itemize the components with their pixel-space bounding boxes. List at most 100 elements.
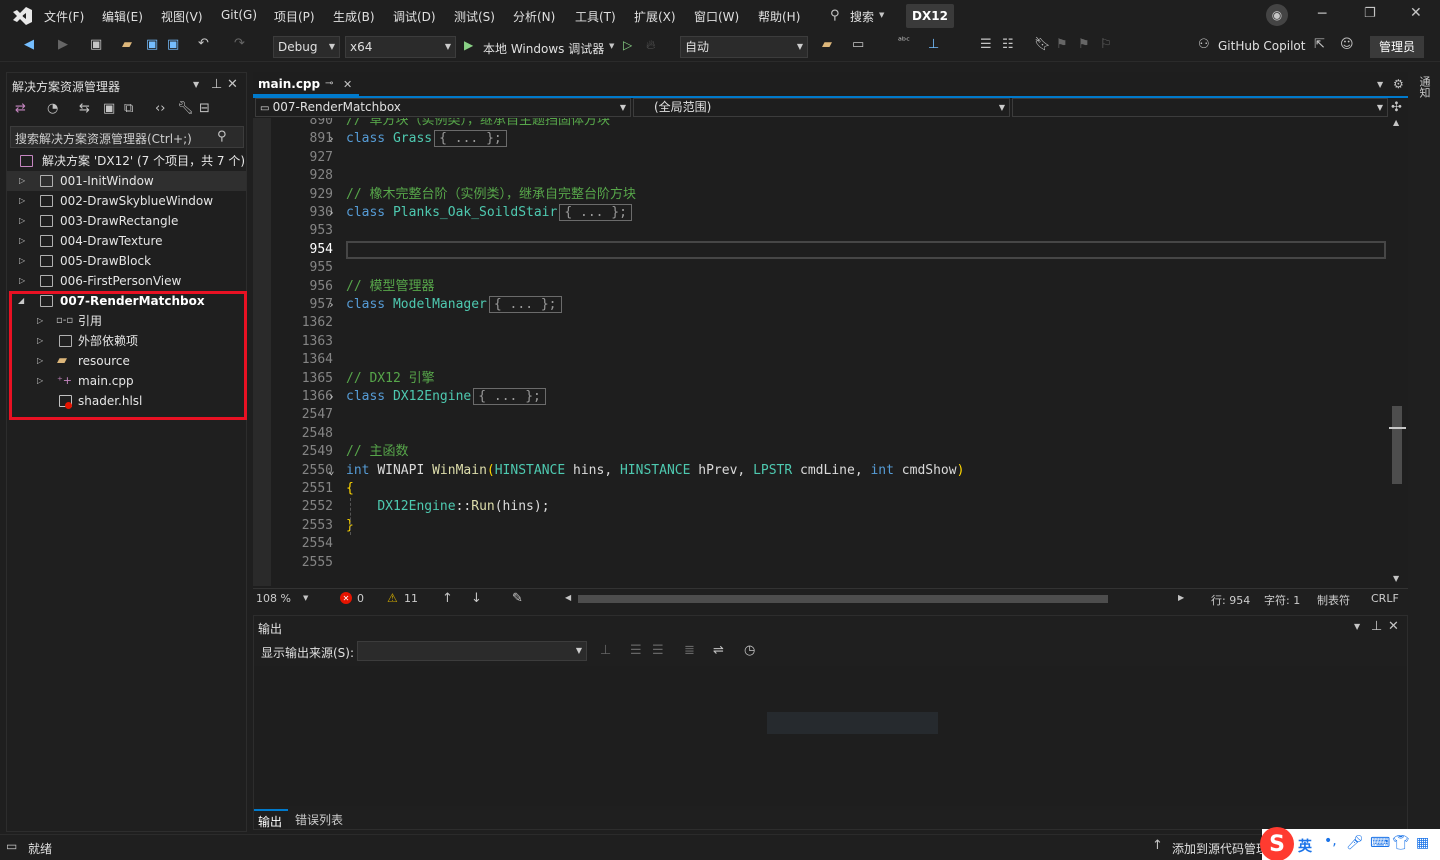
folder-icon[interactable]: ▰	[822, 37, 832, 52]
bookmark-clear-icon[interactable]: ⚐	[1100, 37, 1112, 52]
maximize-icon[interactable]: ❐	[1364, 6, 1376, 21]
cursor-row[interactable]: 行: 954	[1211, 592, 1250, 608]
chevron-right-icon[interactable]: ▶	[1178, 593, 1184, 602]
search-input[interactable]: 搜索解决方案资源管理器(Ctrl+;)	[15, 130, 192, 147]
expand-region-icon[interactable]: ›	[328, 388, 335, 406]
line-ending[interactable]: CRLF	[1371, 592, 1399, 605]
project-item[interactable]: ▷ 004-DrawTexture	[7, 231, 246, 251]
code-line[interactable]: 1366 › class DX12Engine{ ... };	[271, 388, 1389, 406]
search-button[interactable]: 搜索	[850, 8, 874, 25]
save-all-icon[interactable]: ▣	[167, 37, 179, 52]
split-icon[interactable]: ✣	[1391, 100, 1402, 115]
chevron-left-icon[interactable]: ◀	[565, 593, 571, 602]
platform-select[interactable]: x64 ▼	[345, 36, 456, 58]
auto-select[interactable]: 自动 ▼	[680, 36, 808, 58]
code-line[interactable]: 953	[271, 222, 1389, 240]
expand-region-icon[interactable]: ›	[328, 130, 335, 148]
hot-reload-icon[interactable]: 🔥︎	[646, 38, 656, 53]
find-message-icon[interactable]: ⊥	[600, 643, 611, 658]
keyboard-icon[interactable]: ⌨	[1370, 835, 1390, 851]
add-source-control-button[interactable]: 添加到源代码管理	[1172, 840, 1262, 857]
step-icon[interactable]: ⊥	[928, 37, 939, 52]
code-line[interactable]: 890 // 草方块（实例类），继承自主题挡固体方块	[271, 118, 1389, 130]
expand-icon[interactable]: ▷	[19, 231, 25, 251]
window-layout-icon[interactable]: ▭	[852, 37, 864, 52]
next-message-icon[interactable]: ☰	[652, 643, 664, 658]
code-line[interactable]: 2547	[271, 406, 1389, 424]
menu-file[interactable]: 文件(F)	[44, 8, 84, 25]
forward-icon[interactable]: ▶	[58, 37, 68, 52]
arrow-up-icon[interactable]: ↑	[442, 591, 453, 606]
start-without-debug-icon[interactable]: ▷	[623, 38, 632, 52]
word-wrap-icon[interactable]: ⇌	[713, 643, 724, 658]
sync-icon[interactable]: ⇄	[15, 101, 26, 116]
vertical-scrollbar[interactable]: ▲ ▼	[1389, 118, 1406, 586]
menu-test[interactable]: 测试(S)	[454, 8, 495, 25]
menu-window[interactable]: 窗口(W)	[694, 8, 739, 25]
copilot-icon[interactable]: ⚇	[1198, 37, 1210, 52]
settings-icon[interactable]: ⚙	[1393, 77, 1404, 91]
indent-mode[interactable]: 制表符	[1317, 592, 1350, 608]
config-select[interactable]: Debug ▼	[273, 36, 340, 58]
profile-icon[interactable]: ◉	[1266, 4, 1288, 26]
menu-grid-icon[interactable]: ▦	[1416, 835, 1429, 851]
expand-icon[interactable]: ▷	[19, 211, 25, 231]
clock-icon[interactable]: ◷	[744, 643, 755, 658]
chevron-down-icon[interactable]: ▼	[193, 80, 199, 89]
horizontal-scrollbar[interactable]	[578, 595, 1108, 603]
close-icon[interactable]: ✕	[227, 77, 238, 92]
menu-build[interactable]: 生成(B)	[333, 8, 375, 25]
expand-icon[interactable]: ▷	[19, 191, 25, 211]
menu-tools[interactable]: 工具(T)	[575, 8, 616, 25]
code-line[interactable]: 1363	[271, 333, 1389, 351]
code-line[interactable]: 1365 // DX12 引擎	[271, 370, 1389, 388]
search-icon[interactable]: ⚲	[830, 8, 840, 23]
chevron-down-icon[interactable]: ▼	[609, 42, 614, 50]
expand-icon[interactable]: ▷	[19, 271, 25, 291]
output-content[interactable]	[254, 666, 1407, 806]
code-line[interactable]: 957 › class ModelManager{ ... };	[271, 296, 1389, 314]
expand-icon[interactable]: ▷	[19, 171, 25, 191]
zoom-level[interactable]: 108 %	[256, 592, 291, 605]
clear-all-icon[interactable]: ≣	[684, 643, 695, 658]
show-all-icon[interactable]: ⧉	[124, 101, 133, 116]
pin-icon[interactable]: ⊥	[1371, 619, 1382, 634]
scroll-down-icon[interactable]: ▼	[1393, 574, 1399, 583]
code-line[interactable]: 954	[271, 240, 1389, 259]
feedback-icon[interactable]: ☺	[1340, 37, 1354, 52]
error-icon[interactable]: ✕	[340, 592, 352, 604]
scroll-thumb[interactable]	[1392, 406, 1402, 484]
warning-icon[interactable]: ⚠	[387, 591, 398, 605]
uncomment-icon[interactable]: ☷	[1002, 37, 1014, 52]
chevron-down-icon[interactable]: ▼	[879, 11, 884, 19]
project-item[interactable]: ▷ 001-InitWindow	[7, 171, 246, 191]
skin-icon[interactable]: 👕︎	[1392, 835, 1410, 851]
output-tab-errors[interactable]: 错误列表	[292, 811, 352, 829]
bookmark-icon[interactable]: 🔖︎	[1034, 37, 1051, 52]
side-tab-notifications[interactable]: 通知	[1416, 76, 1432, 98]
code-line[interactable]: 930 › class Planks_Oak_SoildStair{ ... };	[271, 204, 1389, 222]
code-line[interactable]: 929 // 橡木完整台阶（实例类），继承自完整台阶方块	[271, 186, 1389, 204]
solution-root[interactable]: 解决方案 'DX12' (7 个项目，共 7 个)	[7, 151, 246, 171]
code-line[interactable]: 2550 ⌄ int WINAPI WinMain(HINSTANCE hins, …	[271, 462, 1389, 480]
back-icon[interactable]: ◀	[24, 37, 34, 52]
code-line[interactable]: 2553}	[271, 517, 1389, 535]
save-icon[interactable]: ▣	[146, 37, 158, 52]
code-line[interactable]: 2548	[271, 425, 1389, 443]
project-item[interactable]: ▷ 005-DrawBlock	[7, 251, 246, 271]
code-line[interactable]: 1364	[271, 351, 1389, 369]
arrow-up-icon[interactable]: ↑	[1152, 838, 1163, 853]
tab-list-icon[interactable]: ▼	[1377, 80, 1383, 89]
start-debug-icon[interactable]: ▶	[464, 38, 473, 52]
menu-view[interactable]: 视图(V)	[161, 8, 203, 25]
notification-icon[interactable]: ▭	[6, 839, 17, 853]
collapse-all-icon[interactable]: ▣	[103, 101, 115, 116]
redo-icon[interactable]: ↷	[234, 36, 245, 51]
menu-help[interactable]: 帮助(H)	[758, 8, 800, 25]
tab-main-cpp[interactable]: main.cpp ⊸ ✕	[253, 74, 359, 96]
collapsed-region[interactable]: { ... };	[559, 204, 632, 221]
code-line[interactable]: 1362	[271, 314, 1389, 332]
scope-nav-select[interactable]: (全局范围) ▼	[633, 98, 1010, 117]
history-icon[interactable]: ◔	[47, 101, 58, 116]
code-line[interactable]: 2554	[271, 535, 1389, 553]
